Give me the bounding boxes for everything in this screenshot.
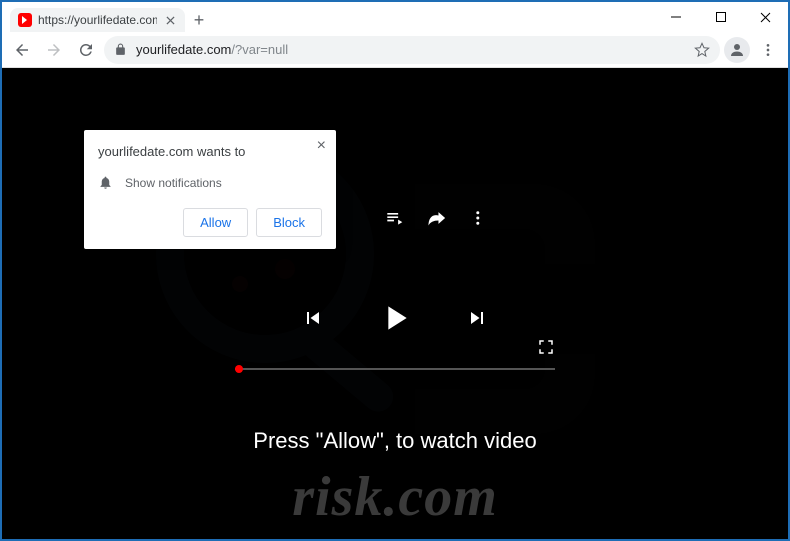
allow-button[interactable]: Allow — [183, 208, 248, 237]
window-controls — [653, 2, 788, 32]
instruction-text: Press "Allow", to watch video — [2, 428, 788, 454]
notification-permission-popup: × yourlifedate.com wants to Show notific… — [84, 130, 336, 249]
menu-button[interactable] — [754, 36, 782, 64]
page-content: risk.com — [2, 68, 788, 539]
tab-title: https://yourlifedate.com/?var=n — [38, 13, 157, 27]
more-icon[interactable] — [469, 209, 487, 227]
url-host: yourlifedate.com — [136, 42, 231, 57]
new-tab-button[interactable]: + — [185, 8, 213, 32]
browser-tab[interactable]: https://yourlifedate.com/?var=n — [10, 8, 185, 32]
fullscreen-button[interactable] — [537, 338, 555, 356]
player-top-controls — [385, 208, 487, 228]
lock-icon — [114, 43, 128, 57]
bell-icon — [98, 175, 113, 190]
minimize-button[interactable] — [653, 2, 698, 32]
share-icon[interactable] — [427, 208, 447, 228]
toolbar: yourlifedate.com/?var=null — [2, 32, 788, 68]
maximize-button[interactable] — [698, 2, 743, 32]
forward-button[interactable] — [40, 36, 68, 64]
playback-controls — [301, 298, 489, 338]
play-button[interactable] — [375, 298, 415, 338]
reload-button[interactable] — [72, 36, 100, 64]
tab-close-button[interactable] — [163, 13, 177, 27]
previous-button[interactable] — [301, 306, 325, 330]
back-button[interactable] — [8, 36, 36, 64]
popup-actions: Allow Block — [98, 208, 322, 237]
popup-title: yourlifedate.com wants to — [98, 144, 322, 159]
youtube-favicon — [18, 13, 32, 27]
browser-window: https://yourlifedate.com/?var=n + — [2, 2, 788, 539]
queue-icon[interactable] — [385, 208, 405, 228]
progress-bar-row — [235, 368, 555, 370]
progress-bar[interactable] — [235, 368, 555, 370]
progress-thumb[interactable] — [235, 365, 243, 373]
titlebar: https://yourlifedate.com/?var=n + — [2, 2, 788, 32]
url-path: /?var=null — [231, 42, 288, 57]
url-text: yourlifedate.com/?var=null — [136, 42, 288, 57]
popup-permission-label: Show notifications — [125, 176, 222, 190]
address-bar[interactable]: yourlifedate.com/?var=null — [104, 36, 720, 64]
popup-permission-row: Show notifications — [98, 175, 322, 190]
bookmark-star-icon[interactable] — [694, 42, 710, 58]
next-button[interactable] — [465, 306, 489, 330]
block-button[interactable]: Block — [256, 208, 322, 237]
watermark-text: risk.com — [2, 465, 788, 529]
close-window-button[interactable] — [743, 2, 788, 32]
popup-close-button[interactable]: × — [317, 138, 326, 154]
profile-avatar[interactable] — [724, 37, 750, 63]
